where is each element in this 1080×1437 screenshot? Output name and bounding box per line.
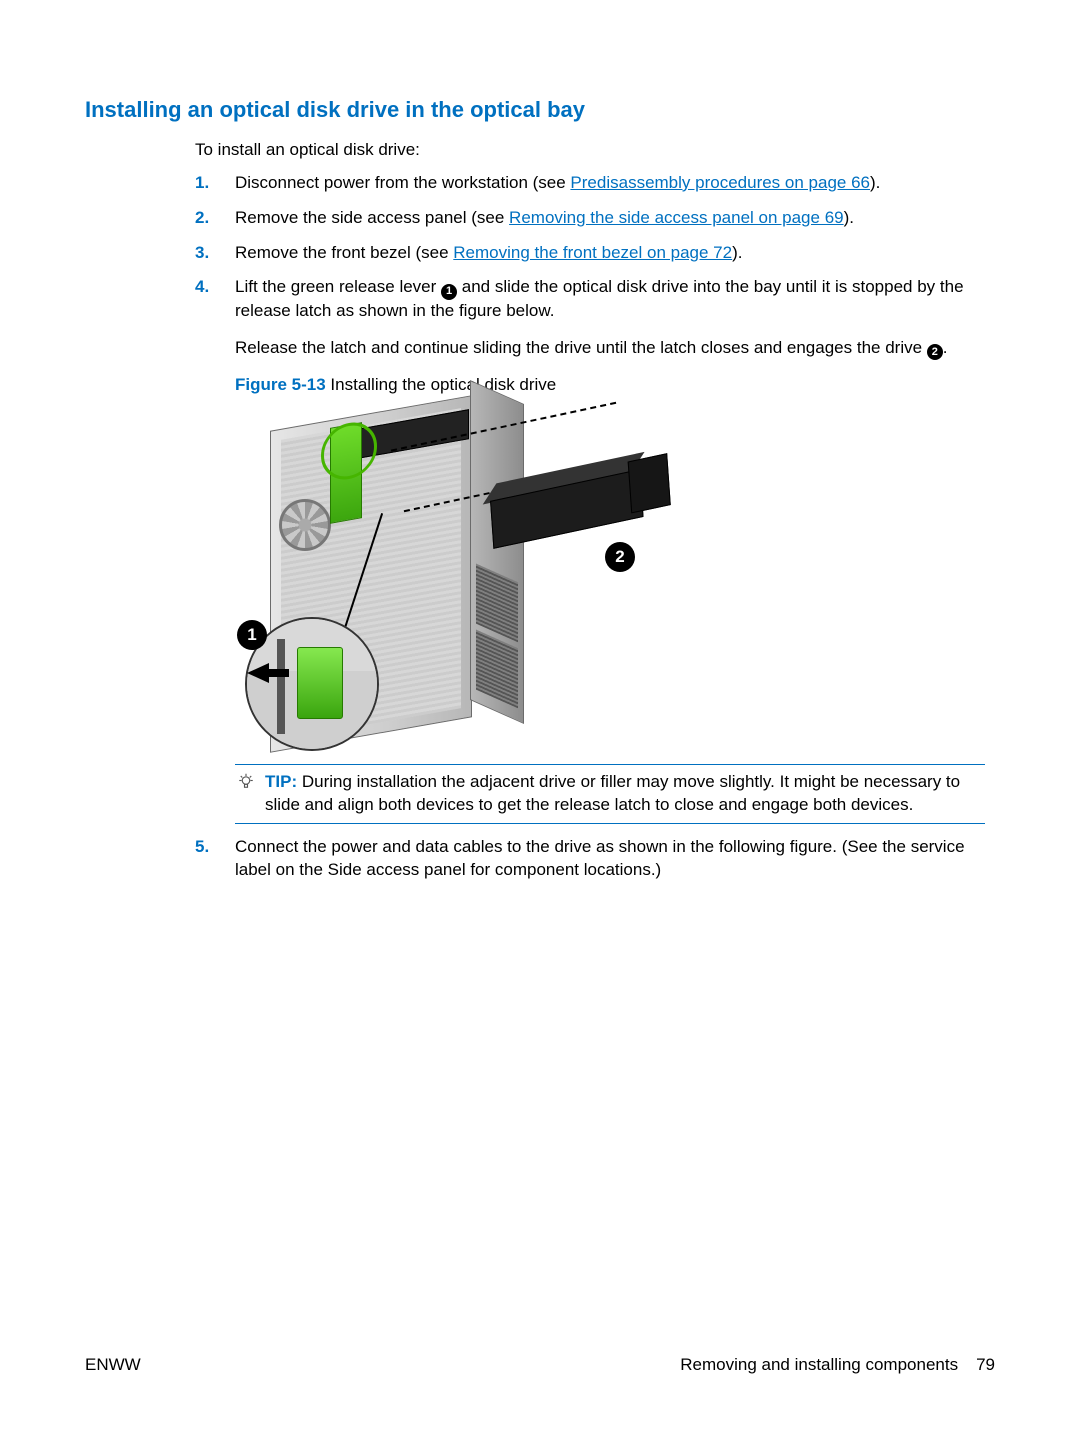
section-heading: Installing an optical disk drive in the … [85,95,995,125]
step-3-text-a: Remove the front bezel (see [235,243,453,262]
tip-icon [237,773,255,791]
step-4-sub: Release the latch and continue sliding t… [235,337,985,360]
step-1: Disconnect power from the workstation (s… [195,172,985,195]
tip-text: During installation the adjacent drive o… [265,772,960,814]
tip-block: TIP: During installation the adjacent dr… [235,764,985,824]
page-footer: ENWW Removing and installing components 7… [85,1354,995,1377]
figure-callout-2: 2 [605,542,635,572]
figure-callout-1: 1 [237,620,267,650]
step-1-text-a: Disconnect power from the workstation (s… [235,173,570,192]
step-2: Remove the side access panel (see Removi… [195,207,985,230]
step-2-text-b: ). [844,208,854,227]
steps-list: Disconnect power from the workstation (s… [195,172,985,882]
step-2-text-a: Remove the side access panel (see [235,208,509,227]
callout-1-icon: 1 [441,284,457,300]
footer-section-title: Removing and installing components [680,1355,958,1374]
step-1-text-b: ). [870,173,880,192]
figure-illustration: 1 2 [235,407,985,752]
section-body: To install an optical disk drive: Discon… [195,139,985,882]
footer-left: ENWW [85,1354,141,1377]
callout-2-icon: 2 [927,344,943,360]
step-3: Remove the front bezel (see Removing the… [195,242,985,265]
step-1-link[interactable]: Predisassembly procedures on page 66 [570,173,870,192]
figure-caption-text: Installing the optical disk drive [326,375,557,394]
tip-label: TIP: [265,772,297,791]
step-5: Connect the power and data cables to the… [195,836,985,882]
figure-label: Figure 5-13 [235,375,326,394]
page: Installing an optical disk drive in the … [0,0,1080,1437]
fan-icon [279,499,331,551]
step-4-sub-a: Release the latch and continue sliding t… [235,338,927,357]
step-3-text-b: ). [732,243,742,262]
illustration-canvas: 1 2 [235,407,660,752]
step-2-link[interactable]: Removing the side access panel on page 6… [509,208,844,227]
arrow-left-icon [247,663,269,683]
page-number: 79 [976,1355,995,1374]
step-4-text-a: Lift the green release lever [235,277,441,296]
step-4: Lift the green release lever 1 and slide… [195,276,985,824]
step-3-link[interactable]: Removing the front bezel on page 72 [453,243,732,262]
figure-caption: Figure 5-13 Installing the optical disk … [235,374,985,397]
footer-right: Removing and installing components 79 [680,1354,995,1377]
step-5-text: Connect the power and data cables to the… [235,837,965,879]
step-4-sub-b: . [943,338,948,357]
intro-text: To install an optical disk drive: [195,139,985,162]
